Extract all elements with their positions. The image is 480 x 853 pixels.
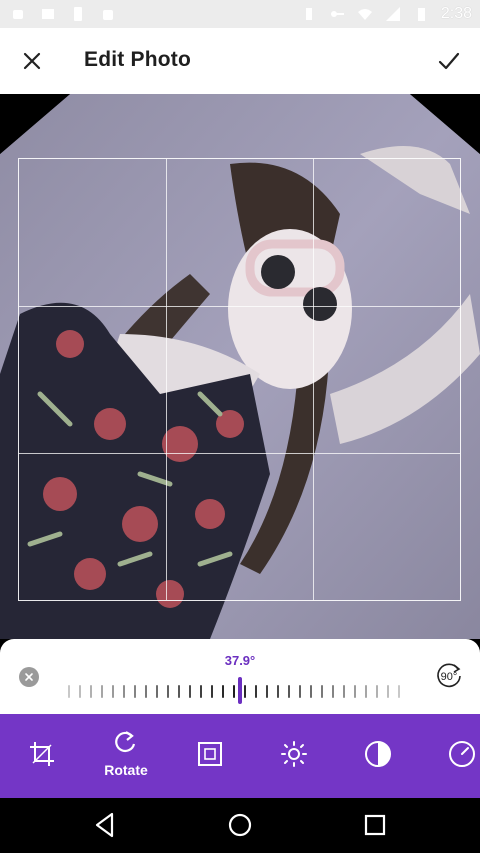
grid-line bbox=[312, 159, 314, 600]
dial-tick bbox=[277, 685, 279, 698]
dial-tick bbox=[233, 685, 235, 698]
rotate-panel: 37.9° 90° bbox=[0, 639, 480, 714]
rotate-icon bbox=[115, 731, 136, 753]
dial-tick bbox=[156, 685, 158, 698]
dial-tick bbox=[387, 685, 389, 698]
navigation-bar bbox=[0, 798, 480, 853]
battery-icon bbox=[417, 8, 425, 21]
dial-tick bbox=[189, 685, 191, 698]
recents-icon[interactable] bbox=[360, 810, 390, 840]
tool-rotate[interactable]: Rotate bbox=[84, 714, 168, 798]
bag-icon bbox=[103, 10, 113, 20]
crop-grid[interactable] bbox=[18, 158, 461, 601]
dial-tick bbox=[332, 685, 334, 698]
dial-tick bbox=[398, 685, 400, 698]
dial-tick bbox=[343, 685, 345, 698]
home-icon[interactable] bbox=[225, 810, 255, 840]
rotate-90-label: 90° bbox=[441, 671, 458, 683]
status-time: 2:38 bbox=[440, 5, 472, 22]
crop-icon bbox=[30, 742, 54, 766]
dial-tick bbox=[145, 685, 147, 698]
tool-bar: Rotate bbox=[0, 714, 480, 798]
close-icon bbox=[23, 52, 41, 70]
dial-tick bbox=[200, 685, 202, 698]
gauge-icon bbox=[449, 741, 475, 767]
rotate-90-button[interactable]: 90° bbox=[434, 661, 464, 691]
status-system: 2:38 bbox=[301, 5, 472, 23]
dial-tick bbox=[299, 685, 301, 698]
dial-tick bbox=[365, 685, 367, 698]
dial-tick bbox=[68, 685, 70, 698]
tool-scale[interactable] bbox=[168, 714, 252, 798]
photo-canvas[interactable] bbox=[0, 94, 480, 639]
signal-icon bbox=[385, 7, 400, 21]
back-icon[interactable] bbox=[90, 810, 120, 840]
scale-icon bbox=[198, 742, 222, 766]
dial-tick bbox=[101, 685, 103, 698]
grid-line bbox=[165, 159, 167, 600]
dial-tick bbox=[134, 685, 136, 698]
contrast-icon bbox=[365, 741, 391, 767]
tool-crop[interactable] bbox=[0, 714, 84, 798]
vibrate-icon bbox=[305, 8, 312, 20]
dial-tick bbox=[112, 685, 114, 698]
dial-tick bbox=[79, 685, 81, 698]
status-bar: 2:38 bbox=[0, 0, 480, 28]
dial-tick bbox=[321, 685, 323, 698]
tool-rotate-label: Rotate bbox=[104, 762, 148, 778]
rotation-dial[interactable] bbox=[68, 681, 400, 703]
key-icon bbox=[330, 11, 344, 17]
photo-icon bbox=[42, 9, 54, 19]
angle-readout: 37.9° bbox=[224, 653, 256, 668]
tool-brightness[interactable] bbox=[252, 714, 336, 798]
dial-tick bbox=[244, 685, 246, 698]
dial-tick bbox=[222, 685, 224, 698]
dial-tick bbox=[167, 685, 169, 698]
dial-tick bbox=[310, 685, 312, 698]
rotation-indicator[interactable] bbox=[238, 677, 242, 704]
close-icon bbox=[25, 673, 33, 681]
app-bar: Edit Photo bbox=[0, 28, 480, 94]
brightness-icon bbox=[281, 741, 307, 767]
grid-line bbox=[19, 305, 460, 307]
apply-button[interactable] bbox=[430, 42, 468, 80]
tool-more[interactable] bbox=[420, 714, 480, 798]
phone-icon bbox=[74, 7, 82, 21]
page-title: Edit Photo bbox=[84, 48, 191, 71]
dial-tick bbox=[288, 685, 290, 698]
wifi-icon bbox=[357, 9, 372, 20]
tool-contrast[interactable] bbox=[336, 714, 420, 798]
grid-line bbox=[19, 452, 460, 454]
dial-tick bbox=[255, 685, 257, 698]
android-icon bbox=[13, 10, 23, 19]
close-button[interactable] bbox=[14, 43, 50, 79]
dial-tick bbox=[266, 685, 268, 698]
check-icon bbox=[438, 52, 460, 70]
dial-tick bbox=[123, 685, 125, 698]
reset-rotation-button[interactable] bbox=[19, 667, 39, 687]
dial-tick bbox=[90, 685, 92, 698]
dial-tick bbox=[178, 685, 180, 698]
dial-tick bbox=[211, 685, 213, 698]
dial-tick bbox=[354, 685, 356, 698]
dial-tick bbox=[376, 685, 378, 698]
status-notifications bbox=[10, 6, 116, 22]
